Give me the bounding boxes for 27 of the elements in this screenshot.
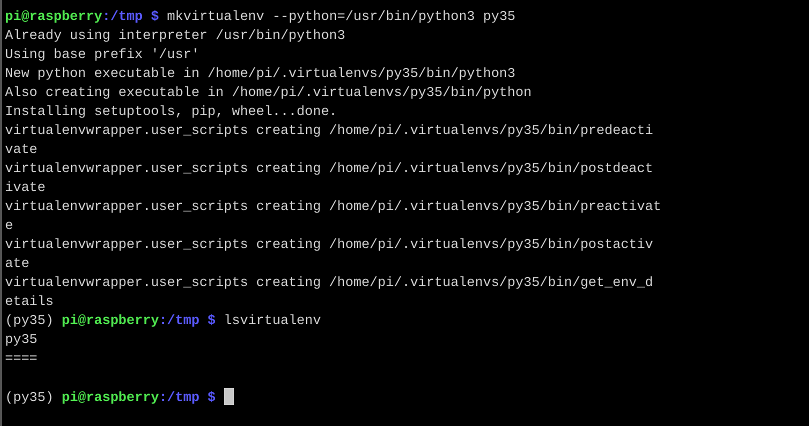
prompt-path: :/tmp $ — [158, 391, 216, 406]
output-line: New python executable in /home/pi/.virtualenvs/py35/bin/python3 — [5, 67, 516, 82]
output-line: etails — [5, 295, 54, 310]
output-line: virtualenvwrapper.user_scripts creating /home/pi/.virtualenvs/py35/bin/get_env_d — [5, 276, 654, 291]
user-host: pi@raspberry — [62, 391, 159, 406]
output-line: Using base prefix '/usr' — [5, 48, 200, 63]
output-line: Already using interpreter /usr/bin/python3 — [5, 29, 346, 44]
output-line: virtualenvwrapper.user_scripts creating /home/pi/.virtualenvs/py35/bin/predeacti — [5, 124, 654, 139]
output-line: virtualenvwrapper.user_scripts creating /home/pi/.virtualenvs/py35/bin/postactiv — [5, 238, 654, 253]
output-line: py35 — [5, 333, 38, 348]
command-text: lsvirtualenv — [224, 314, 321, 329]
output-line: Installing setuptools, pip, wheel...done. — [5, 105, 338, 120]
output-line: vate — [5, 143, 38, 158]
env-name: (py35) — [5, 391, 54, 406]
user-host: pi@raspberry — [5, 10, 102, 25]
command-text: mkvirtualenv --python=/usr/bin/python3 py35 — [167, 10, 516, 25]
output-line: virtualenvwrapper.user_scripts creating /home/pi/.virtualenvs/py35/bin/postdeact — [5, 162, 654, 177]
user-host: pi@raspberry — [62, 314, 159, 329]
prompt-path: :/tmp $ — [102, 10, 159, 25]
output-line: ate — [5, 257, 30, 272]
output-line: e — [5, 219, 14, 234]
output-line: ivate — [5, 181, 46, 196]
output-line: ==== — [5, 352, 38, 367]
env-name: (py35) — [5, 314, 54, 329]
prompt-path: :/tmp $ — [158, 314, 216, 329]
output-line: virtualenvwrapper.user_scripts creating /home/pi/.virtualenvs/py35/bin/preactivat — [5, 200, 662, 215]
output-line: Also creating executable in /home/pi/.virtualenvs/py35/bin/python — [5, 86, 532, 101]
